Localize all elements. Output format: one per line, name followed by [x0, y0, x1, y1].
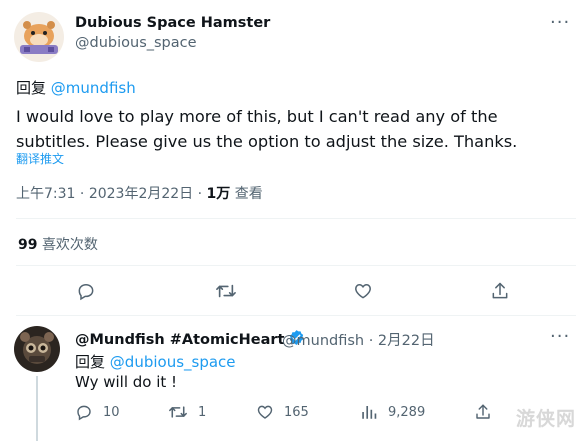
watermark: 游侠网: [515, 408, 576, 430]
author-name[interactable]: Dubious Space Hamster: [75, 15, 270, 31]
author-handle[interactable]: @dubious_space: [75, 35, 197, 51]
likes-summary[interactable]: 99 喜欢次数: [18, 234, 98, 254]
reply-date[interactable]: 2月22日: [378, 333, 435, 349]
views-count: 9,289: [388, 404, 426, 420]
likes-label: 喜欢次数: [41, 237, 98, 253]
avatar[interactable]: [14, 12, 64, 62]
hamster-avatar-image: [14, 12, 64, 62]
reply-context: 回复 @mundfish: [16, 77, 136, 98]
divider: [16, 218, 576, 219]
author-name[interactable]: @Mundfish #AtomicHeart: [75, 329, 305, 348]
thread-line: [36, 376, 38, 441]
like-button[interactable]: 165: [256, 403, 309, 421]
tweet-time[interactable]: 上午7:31: [16, 186, 75, 202]
like-button[interactable]: [353, 281, 373, 301]
retweet-button[interactable]: [215, 281, 237, 301]
tweet-date[interactable]: 2023年2月22日: [89, 186, 193, 202]
reply-prefix: 回复: [16, 79, 47, 97]
more-dots-icon[interactable]: ···: [550, 326, 570, 347]
divider: [16, 315, 576, 316]
meta-separator: ·: [368, 333, 374, 349]
tweet-meta: 上午7:31 · 2023年2月22日 · 1万 查看: [16, 183, 263, 203]
mundfish-avatar-image: [14, 326, 60, 372]
meta-separator: ·: [79, 186, 85, 202]
share-icon: [476, 404, 490, 419]
divider: [16, 265, 576, 266]
share-button[interactable]: [490, 281, 510, 301]
likes-count: 99: [18, 237, 38, 253]
meta-separator: ·: [197, 186, 203, 202]
reply-icon: [78, 283, 94, 301]
reply-button[interactable]: 10: [75, 403, 120, 421]
retweet-icon: [169, 406, 187, 418]
more-dots-icon[interactable]: ···: [550, 12, 570, 33]
author-handle[interactable]: @mundfish: [282, 333, 364, 349]
reply-icon: [77, 405, 91, 421]
retweet-count: 1: [198, 404, 207, 420]
retweet-icon: [216, 284, 236, 298]
reply-text: Wy will do it !: [75, 373, 178, 391]
reply-prefix: 回复: [75, 353, 106, 371]
reply-count: 10: [103, 404, 120, 420]
reply-button[interactable]: [76, 281, 96, 301]
translate-link[interactable]: 翻译推文: [16, 150, 64, 167]
share-icon: [492, 282, 508, 299]
share-button[interactable]: [474, 403, 492, 421]
retweet-button[interactable]: 1: [168, 403, 206, 421]
reply-context: 回复 @dubious_space: [75, 351, 236, 372]
views-label: 查看: [234, 186, 263, 202]
reply-handle-line: @mundfish · 2月22日: [282, 329, 435, 350]
reply-to-link[interactable]: @mundfish: [51, 79, 136, 97]
views-button[interactable]: 9,289: [360, 403, 425, 421]
views-count: 1万: [206, 186, 231, 202]
like-count: 165: [284, 404, 309, 420]
author-name-text: @Mundfish #AtomicHeart: [75, 332, 285, 348]
heart-icon: [257, 405, 273, 419]
reply-to-link[interactable]: @dubious_space: [110, 353, 236, 371]
heart-icon: [355, 283, 371, 299]
tweet-text: I would love to play more of this, but I…: [16, 107, 518, 151]
views-chart-icon: [362, 406, 377, 419]
avatar[interactable]: [14, 326, 60, 372]
